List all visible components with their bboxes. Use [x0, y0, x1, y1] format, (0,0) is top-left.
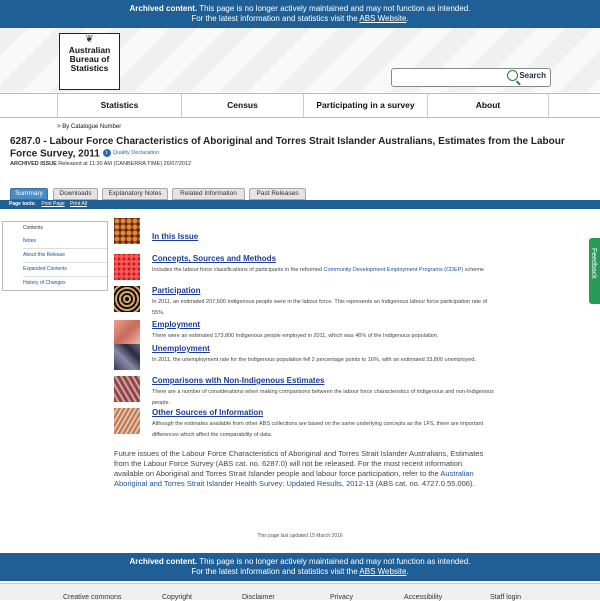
dot-art-image: [114, 218, 140, 244]
other-sources-image: [114, 408, 140, 434]
abs-logo[interactable]: ❦ Australian Bureau of Statistics: [59, 33, 120, 90]
info-icon: i: [102, 148, 111, 157]
main-nav: Statistics Census Participating in a sur…: [0, 93, 600, 118]
logo-line3: Statistics: [70, 63, 109, 73]
red-dot-art-image: [114, 254, 140, 280]
tab-past-releases[interactable]: Past Releases: [249, 188, 306, 200]
last-updated: This page last updated 15 March 2016: [257, 533, 343, 539]
entry-desc: In 2011, the unemployment rate for the I…: [152, 357, 477, 363]
breadcrumb-prefix: >: [57, 124, 61, 130]
sidebar-item-notes[interactable]: Notes: [23, 235, 107, 249]
page-tools-bar: Page tools: Print Page Print All: [0, 200, 600, 209]
print-all-link[interactable]: Print All: [70, 201, 87, 207]
quality-declaration-label: Quality Declaration: [112, 149, 160, 156]
cdep-link[interactable]: Community Development Employment Program…: [324, 267, 464, 273]
search-box[interactable]: Search: [391, 68, 551, 87]
sidebar-title: Contents: [23, 225, 44, 231]
quality-declaration[interactable]: i Quality Declaration: [102, 148, 160, 160]
nav-item-statistics[interactable]: Statistics: [57, 94, 181, 117]
archived-text: This page is no longer actively maintain…: [197, 4, 471, 13]
page-title: 6287.0 - Labour Force Characteristics of…: [10, 136, 590, 159]
archived-banner-bottom: Archived content. This page is no longer…: [0, 553, 600, 581]
archived-banner-top: Archived content. This page is no longer…: [0, 0, 600, 28]
tab-downloads[interactable]: Downloads: [53, 188, 98, 200]
print-page-link[interactable]: Print Page: [41, 201, 64, 207]
sidebar-item-expanded[interactable]: Expanded Contents: [23, 263, 107, 277]
archived-line2-end: .: [406, 13, 409, 23]
entry-link-employment[interactable]: Employment: [152, 320, 200, 329]
page-tools-label: Page tools:: [9, 201, 36, 207]
search-button[interactable]: Search: [519, 71, 546, 80]
hands-image: [114, 320, 140, 346]
entry-desc-end: scheme: [463, 267, 484, 273]
entry-link-unemployment[interactable]: Unemployment: [152, 344, 210, 353]
archived-line2-end-bottom: .: [406, 566, 409, 576]
nav-item-census[interactable]: Census: [181, 94, 303, 117]
archived-bold: Archived content.: [129, 4, 198, 13]
issue-info: ARCHIVED ISSUE Released at 11:30 AM (CAN…: [10, 161, 191, 167]
entry-link-other-sources[interactable]: Other Sources of Information: [152, 408, 263, 417]
feedback-tab[interactable]: Feedback: [589, 238, 600, 304]
entry-link-concepts[interactable]: Concepts, Sources and Methods: [152, 254, 276, 263]
tab-summary[interactable]: Summary: [10, 188, 48, 200]
entry-link-in-this-issue[interactable]: In this Issue: [152, 232, 198, 241]
future-post: (ABS cat. no. 4727.0.55.006).: [373, 479, 475, 488]
entry-desc: In 2011, an estimated 207,600 Indigenous…: [152, 299, 488, 316]
issue-text: Released at 11:30 AM (CANBERRA TIME) 26/…: [56, 161, 192, 167]
circles-art-image: [114, 286, 140, 312]
breadcrumb-link[interactable]: By Catalogue Number: [62, 124, 121, 130]
abs-website-link-bottom[interactable]: ABS Website: [359, 567, 406, 576]
feedback-label: Feedback: [590, 248, 597, 279]
archived-bold-bottom: Archived content.: [129, 557, 198, 566]
abs-website-link[interactable]: ABS Website: [359, 14, 406, 23]
entry-desc-text: Includes the labour force classification…: [152, 267, 324, 273]
page-title-text: 6287.0 - Labour Force Characteristics of…: [10, 136, 565, 159]
entry-desc: Includes the labour force classification…: [152, 265, 494, 276]
future-text: Future issues of the Labour Force Charac…: [114, 449, 484, 478]
entry-link-comparisons[interactable]: Comparisons with Non-Indigenous Estimate…: [152, 376, 324, 385]
issue-label: ARCHIVED ISSUE: [10, 161, 57, 167]
nav-item-about[interactable]: About: [427, 94, 549, 117]
sidebar-item-history[interactable]: History of Changes: [23, 277, 107, 291]
nav-item-participating[interactable]: Participating in a survey: [303, 94, 427, 117]
site-footer: Creative commons Copyright Disclaimer Pr…: [0, 583, 600, 601]
tab-explanatory-notes[interactable]: Explanatory Notes: [102, 188, 168, 200]
entry-desc: There were an estimated 173,800 Indigeno…: [152, 333, 439, 339]
archived-line2: For the latest information and statistic…: [191, 13, 360, 23]
search-icon: [507, 70, 518, 81]
contents-sidebar: Contents Notes About this Release Expand…: [2, 221, 108, 291]
sidebar-item-about[interactable]: About this Release: [23, 249, 107, 263]
tab-related-information[interactable]: Related Information: [172, 188, 245, 200]
breadcrumb: > By Catalogue Number: [57, 124, 121, 130]
entry-link-participation[interactable]: Participation: [152, 286, 200, 295]
unemployment-image: [114, 344, 140, 370]
future-issues-note: Future issues of the Labour Force Charac…: [114, 449, 492, 489]
archived-text-bottom: This page is no longer actively maintain…: [197, 557, 471, 566]
entry-desc: There are a number of considerations whe…: [152, 389, 494, 406]
archived-line2-bottom: For the latest information and statistic…: [191, 566, 360, 576]
comparisons-image: [114, 376, 140, 402]
entry-desc: Although the estimates available from ot…: [152, 421, 484, 438]
